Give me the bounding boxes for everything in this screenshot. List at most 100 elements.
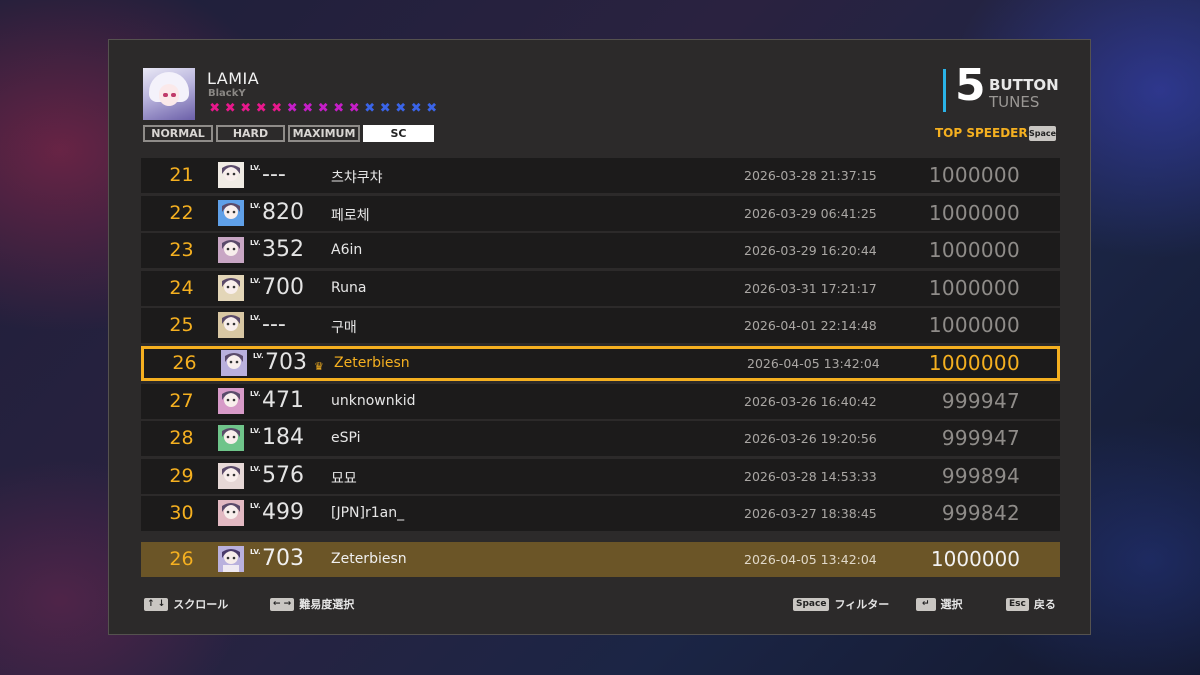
difficulty-mark-icon: ✖	[255, 101, 267, 116]
tab-hard[interactable]: HARD	[216, 125, 285, 142]
difficulty-mark-icon: ✖	[317, 101, 329, 116]
player-score: 1000000	[928, 200, 1020, 225]
lv-tag: LV.	[253, 351, 264, 360]
hint-back[interactable]: Esc 戻る	[1006, 596, 1056, 612]
ranking-list: 21 LV. --- 츠챠쿠챠 2026-03-28 21:37:15 1000000 22…	[141, 158, 1060, 534]
player-name: 구매	[331, 320, 357, 337]
player-name: Zeterbiesn	[334, 354, 410, 371]
ranking-row[interactable]: 28 LV. 184 eSPi 2026-03-26 19:20:56 999947	[141, 421, 1060, 457]
player-avatar-icon	[218, 425, 244, 452]
player-level: 700	[262, 274, 304, 300]
difficulty-mark-icon: ✖	[224, 101, 236, 116]
my-lv-tag: LV.	[250, 548, 261, 556]
rank-number: 22	[169, 201, 194, 224]
player-level: ---	[262, 312, 286, 338]
ranking-row[interactable]: 22 LV. 820 페로체 2026-03-29 06:41:25 1000000	[141, 195, 1060, 231]
record-date: 2026-03-28 14:53:33	[744, 468, 877, 484]
hint-difficulty-label: 難易度選択	[299, 598, 355, 611]
player-score: 1000000	[928, 163, 1020, 187]
ranking-row[interactable]: 23 LV. 352 A6in 2026-03-29 16:20:44 1000000	[141, 233, 1060, 269]
filter-label[interactable]: TOP SPEEDER	[935, 126, 1028, 140]
difficulty-mark-icon: ✖	[410, 101, 422, 116]
song-jacket	[143, 68, 195, 120]
hint-select[interactable]: ↵ 選択	[916, 596, 963, 612]
hint-filter[interactable]: Space フィルター	[793, 596, 889, 612]
hint-scroll: ↑ ↓ スクロール	[144, 596, 228, 612]
player-score: 999894	[941, 463, 1020, 488]
record-date: 2026-03-27 18:38:45	[744, 506, 877, 522]
player-avatar-icon	[221, 349, 247, 376]
rank-number: 30	[169, 502, 194, 525]
difficulty-tabs: NORMAL HARD MAXIMUM SC	[143, 125, 434, 142]
space-key-hint: Space	[1029, 126, 1056, 141]
tab-sc[interactable]: SC	[363, 125, 434, 142]
player-level: ---	[262, 162, 286, 187]
rank-number: 24	[169, 276, 194, 299]
ranking-panel: LAMIA BlackY ✖ ✖ ✖ ✖ ✖ ✖ ✖ ✖ ✖ ✖ ✖ ✖ ✖ ✖ ✖ NORMAL HARD M…	[108, 39, 1091, 635]
player-score: 1000000	[928, 238, 1020, 263]
player-avatar-icon	[218, 162, 244, 188]
my-record-date: 2026-04-05 13:42:04	[744, 552, 877, 567]
hint-filter-label: フィルター	[834, 598, 890, 611]
record-date: 2026-03-26 19:20:56	[744, 431, 877, 447]
tab-normal[interactable]: NORMAL	[143, 125, 213, 142]
record-date: 2026-03-31 17:21:17	[744, 280, 877, 296]
player-name: Runa	[331, 279, 367, 296]
ranking-row[interactable]: 27 LV. 471 unknownkid 2026-03-26 16:40:42 999…	[141, 383, 1060, 419]
player-score: 999947	[941, 388, 1020, 413]
difficulty-mark-icon: ✖	[426, 101, 438, 116]
mode-accent-bar	[943, 69, 946, 112]
lv-tag: LV.	[250, 427, 261, 436]
record-date: 2026-03-26 16:40:42	[744, 393, 877, 409]
player-score: 1000000	[928, 313, 1020, 338]
player-name: unknownkid	[331, 392, 416, 409]
ranking-row[interactable]: 29 LV. 576 묘묘 2026-03-28 14:53:33 999894	[141, 458, 1060, 494]
song-title: LAMIA	[207, 69, 260, 88]
lv-tag: LV.	[250, 239, 261, 248]
difficulty-mark-icon: ✖	[348, 101, 360, 116]
rank-number: 25	[169, 314, 194, 337]
player-level: 703	[265, 349, 307, 375]
rank-number: 27	[169, 389, 194, 412]
ranking-row[interactable]: 30 LV. 499 [JPN]r1an_ 2026-03-27 18:38:45 999…	[141, 496, 1060, 532]
player-name: A6in	[331, 242, 363, 259]
difficulty-mark-icon: ✖	[379, 101, 391, 116]
difficulty-mark-icon: ✖	[364, 101, 376, 116]
ranking-row[interactable]: 25 LV. --- 구매 2026-04-01 22:14:48 1000000	[141, 308, 1060, 344]
space-key-icon: Space	[793, 597, 830, 611]
enter-key-icon: ↵	[916, 597, 936, 611]
record-date: 2026-04-01 22:14:48	[744, 318, 877, 334]
ranking-row-current-player[interactable]: 26 LV. 703 ♛ Zeterbiesn 2026-04-05 13:42:04 10…	[141, 345, 1060, 381]
difficulty-mark-icon: ✖	[333, 101, 345, 116]
player-avatar-icon	[218, 199, 244, 226]
difficulty-mark-icon: ✖	[209, 101, 221, 116]
player-avatar-icon	[218, 462, 244, 489]
player-avatar-icon	[218, 274, 244, 301]
difficulty-level-marks: ✖ ✖ ✖ ✖ ✖ ✖ ✖ ✖ ✖ ✖ ✖ ✖ ✖ ✖ ✖	[207, 102, 440, 116]
record-date: 2026-03-29 06:41:25	[744, 205, 877, 221]
my-score: 1000000	[930, 547, 1020, 571]
hint-scroll-label: スクロール	[173, 598, 229, 611]
song-artist: BlackY	[208, 88, 246, 99]
ranking-row[interactable]: 21 LV. --- 츠챠쿠챠 2026-03-28 21:37:15 1000000	[141, 158, 1060, 193]
ranking-row[interactable]: 24 LV. 700 Runa 2026-03-31 17:21:17 1000000	[141, 270, 1060, 306]
rank-number: 23	[169, 239, 194, 262]
lv-tag: LV.	[250, 314, 261, 323]
hint-select-label: 選択	[940, 598, 963, 611]
lv-tag: LV.	[250, 464, 261, 473]
player-score: 999947	[941, 426, 1020, 451]
difficulty-mark-icon: ✖	[271, 101, 283, 116]
mode-label-tunes: TUNES	[989, 93, 1040, 111]
player-avatar-icon	[218, 500, 244, 527]
record-date: 2026-03-28 21:37:15	[744, 168, 877, 183]
rank-number: 21	[169, 164, 194, 186]
lv-tag: LV.	[250, 276, 261, 285]
tab-maximum[interactable]: MAXIMUM	[288, 125, 360, 142]
lv-tag: LV.	[250, 201, 261, 210]
player-level: 576	[262, 462, 304, 488]
player-score: 999842	[941, 501, 1020, 526]
player-score: 1000000	[928, 350, 1020, 375]
lv-tag: LV.	[250, 389, 261, 398]
player-name: 페로체	[331, 207, 370, 224]
esc-key-icon: Esc	[1006, 597, 1029, 611]
